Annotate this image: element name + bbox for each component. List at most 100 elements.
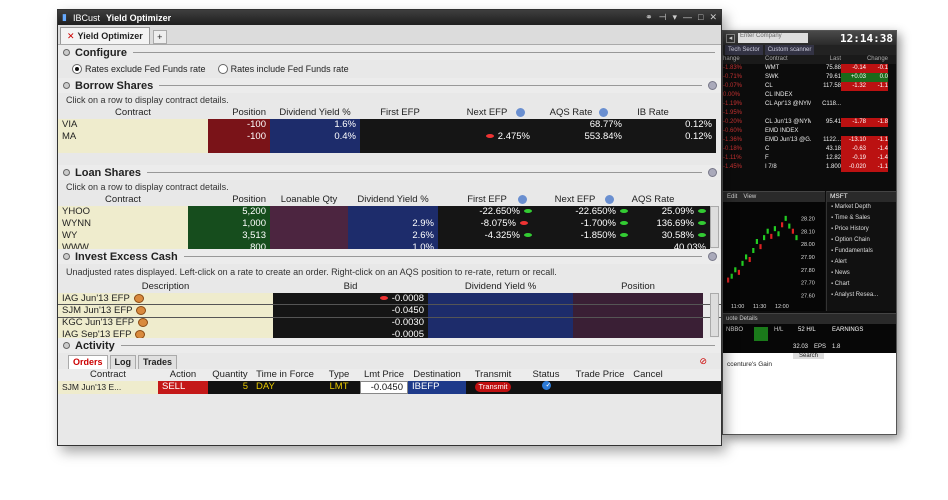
chevron-down-icon[interactable]: ▾ — [672, 12, 677, 23]
column-header[interactable]: Dividend Yield % — [270, 107, 360, 119]
tab-yield-optimizer[interactable]: ✕ Yield Optimizer — [60, 27, 150, 44]
column-header[interactable]: IB Rate — [608, 107, 698, 119]
no-filter-icon[interactable]: ⊘ — [699, 356, 707, 367]
borrow-row[interactable]: VIA -100 1.6% 68.77% 0.12% — [58, 119, 721, 131]
link-icon[interactable]: ⚭ — [645, 12, 653, 23]
loan-row[interactable]: YHOO 5,200 -22.650% -22.650% 25.09% — [58, 206, 721, 218]
radio-include-fed-funds[interactable]: Rates include Fed Funds rate — [217, 64, 349, 75]
bg-tool-item[interactable]: News — [827, 268, 896, 279]
radio-unselected-icon[interactable] — [217, 64, 228, 75]
tab-log[interactable]: Log — [109, 355, 137, 369]
transmit-button[interactable]: Transmit — [474, 382, 512, 392]
column-header[interactable]: AQS Rate — [614, 194, 692, 206]
column-header[interactable]: Dividend Yield % — [428, 281, 573, 293]
invest-section-header[interactable]: Invest Excess Cash — [58, 249, 721, 264]
help-icon[interactable] — [605, 195, 614, 204]
pin-icon[interactable]: ⊣ — [659, 12, 667, 23]
column-header[interactable]: Type — [318, 369, 360, 381]
bg-tool-item[interactable]: Market Depth — [827, 202, 896, 213]
bg-scanner-tab[interactable]: Tech Sector — [725, 45, 763, 55]
column-header[interactable]: Contract — [58, 369, 158, 381]
order-icon[interactable] — [138, 317, 149, 327]
settings-icon[interactable] — [708, 81, 717, 90]
invest-row[interactable]: SJM Jun'13 EFP -0.0450 — [58, 304, 721, 318]
bg-tool-item[interactable]: Price History — [827, 224, 896, 235]
radio-exclude-fed-funds[interactable]: Rates exclude Fed Funds rate — [72, 64, 206, 75]
invest-cell-bid[interactable]: -0.0008 — [273, 293, 428, 305]
help-icon[interactable] — [599, 108, 608, 117]
bg-scanner-row[interactable]: -1.36% EMD Jun'13 @G... 1122... -13.10 -1.1 — [723, 136, 896, 145]
column-header[interactable]: Position — [573, 281, 703, 293]
maximize-icon[interactable]: □ — [698, 12, 703, 23]
bg-scanner-tab[interactable]: Custom scanner — [764, 45, 815, 55]
order-transmit[interactable]: Transmit — [466, 381, 520, 394]
collapse-icon[interactable] — [63, 49, 70, 56]
loan-row[interactable]: WWW 800 1.0% 40.03% — [58, 242, 721, 249]
radio-selected-icon[interactable] — [72, 64, 82, 75]
loan-section-header[interactable]: Loan Shares — [58, 165, 721, 180]
loan-row[interactable]: WY 3,513 2.6% -4.325% -1.850% 30.58% — [58, 230, 721, 242]
bg-scanner-row[interactable]: -0.71% SWK 79.61 +0.03 0.0 — [723, 73, 896, 82]
invest-row[interactable]: IAG Jun'13 EFP -0.0008 — [58, 293, 721, 305]
bg-news-item[interactable]: ccenture's Gain — [727, 361, 896, 369]
column-header[interactable]: Dividend Yield % — [348, 194, 438, 206]
column-header[interactable]: Description — [58, 281, 273, 293]
column-header[interactable]: Trade Price — [572, 369, 628, 381]
bg-news-search[interactable]: Search — [793, 353, 825, 359]
column-header[interactable]: Contract — [58, 107, 208, 119]
collapse-icon[interactable] — [63, 82, 70, 89]
order-icon[interactable] — [133, 293, 144, 303]
settings-icon[interactable] — [708, 168, 717, 177]
column-header[interactable]: Destination — [408, 369, 466, 381]
help-icon[interactable] — [518, 195, 527, 204]
bg-tool-item[interactable]: Fundamentals — [827, 246, 896, 257]
column-header[interactable]: Transmit — [466, 369, 520, 381]
bg-tool-item[interactable]: Analyst Resea... — [827, 290, 896, 301]
bg-scanner-row[interactable]: -1.95% — [723, 109, 896, 118]
invest-cell-bid[interactable]: -0.0450 — [273, 305, 428, 317]
column-header[interactable]: Status — [520, 369, 572, 381]
column-header[interactable]: Position — [188, 194, 270, 206]
help-icon[interactable] — [516, 108, 525, 117]
close-icon[interactable]: ✕ — [709, 12, 717, 23]
column-header[interactable]: Loanable Qty — [270, 194, 348, 206]
bg-scanner-row[interactable]: -0.07% CL 117.58 -1.32 -1.1 — [723, 82, 896, 91]
bg-scanner-row[interactable]: -1.19% CL Apr'13 @NYM C118... — [723, 100, 896, 109]
bg-chart-menu-item[interactable]: Edit — [727, 192, 737, 202]
tab-orders[interactable]: Orders — [68, 355, 108, 369]
bg-scanner-row[interactable]: -0.20% CL Jun'13 @NYM 95.41 -1.78 -1.8 — [723, 118, 896, 127]
activity-section-header[interactable]: Activity — [58, 338, 721, 353]
bg-tool-item[interactable]: Alert — [827, 257, 896, 268]
collapse-icon[interactable] — [63, 342, 70, 349]
bg-company-search[interactable]: Enter Company — [738, 33, 808, 43]
column-header[interactable]: Action — [158, 369, 208, 381]
bg-back-icon[interactable]: ◂ — [726, 33, 735, 43]
invest-row[interactable]: IAG Sep'13 EFP -0.0005 — [58, 329, 721, 338]
column-header[interactable]: Time in Force — [252, 369, 318, 381]
configure-section-header[interactable]: Configure — [58, 45, 721, 60]
bg-tool-item[interactable]: Option Chain — [827, 235, 896, 246]
bg-scanner-row[interactable]: -1.83% WMT 75.88 -0.14 -0.1 — [723, 64, 896, 73]
borrow-section-header[interactable]: Borrow Shares — [58, 78, 721, 93]
invest-cell-bid[interactable]: -0.0030 — [273, 317, 428, 329]
collapse-icon[interactable] — [63, 253, 70, 260]
invest-cell-bid[interactable]: -0.0005 — [273, 329, 428, 338]
column-header[interactable]: Lmt Price — [360, 369, 408, 381]
tab-trades[interactable]: Trades — [138, 355, 178, 369]
order-icon[interactable] — [136, 305, 147, 315]
order-row[interactable]: SJM Jun'13 E... SELL 5 DAY LMT -0.0450 IBEFP Tr… — [58, 381, 721, 394]
loan-scrollbar[interactable] — [710, 206, 719, 248]
collapse-icon[interactable] — [63, 169, 70, 176]
bg-scanner-row[interactable]: -1.45% I 7/8 1.800 -0.020 -1.1 — [723, 163, 896, 172]
borrow-row[interactable]: MA -100 0.4% 2.475% 553.84% 0.12% — [58, 131, 721, 143]
add-tab-button[interactable]: + — [152, 30, 167, 44]
column-header[interactable]: First EFP — [360, 107, 440, 119]
order-cancel[interactable] — [628, 381, 668, 394]
order-icon[interactable] — [135, 329, 146, 338]
loan-row[interactable]: WYNN 1,000 2.9% -8.075% -1.700% 136.69% — [58, 218, 721, 230]
tab-close-icon[interactable]: ✕ — [67, 31, 75, 42]
bg-scanner-row[interactable]: 0.00% CL INDEX — [723, 91, 896, 100]
bg-tool-item[interactable]: Time & Sales — [827, 213, 896, 224]
invest-row[interactable]: KGC Jun'13 EFP -0.0030 — [58, 317, 721, 329]
column-header[interactable]: Quantity — [208, 369, 252, 381]
